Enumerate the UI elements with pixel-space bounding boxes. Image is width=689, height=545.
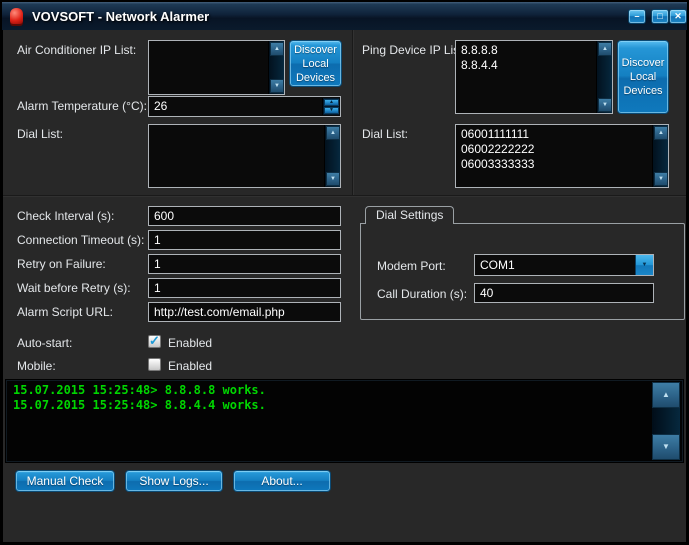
scroll-down-icon[interactable]: ▼	[652, 434, 680, 460]
manual-check-button[interactable]: Manual Check	[15, 470, 115, 492]
discover-local-devices-ping-button[interactable]: Discover Local Devices	[617, 40, 669, 114]
alarm-temperature-label: Alarm Temperature (°C):	[17, 99, 147, 113]
client-area: Air Conditioner IP List: ▲ ▼ Discover Lo…	[3, 30, 686, 542]
dial-settings-panel: Modem Port: COM1 ▼ Call Duration (s):	[360, 223, 685, 320]
close-icon: ✕	[670, 10, 686, 23]
autostart-label: Auto-start:	[17, 336, 72, 350]
titlebar[interactable]: VOVSOFT - Network Alarmer – □ ✕	[2, 2, 687, 30]
call-duration-field[interactable]	[474, 283, 654, 303]
dial-list-left-scrollbar[interactable]: ▲ ▼	[324, 125, 340, 187]
modem-port-label: Modem Port:	[377, 259, 446, 273]
ping-list-scrollbar[interactable]: ▲ ▼	[596, 41, 612, 113]
check-interval-label: Check Interval (s):	[17, 209, 114, 223]
dial-list-left-label: Dial List:	[17, 127, 63, 141]
retry-on-failure-field[interactable]	[148, 254, 341, 274]
alarm-script-url-field[interactable]	[148, 302, 341, 322]
wait-before-retry-field[interactable]	[148, 278, 341, 298]
dial-list-right-scrollbar[interactable]: ▲ ▼	[652, 125, 668, 187]
checkmark-icon: ✓	[149, 333, 160, 349]
air-conditioner-ip-list: ▲ ▼	[148, 40, 285, 95]
alarm-siren-icon	[10, 8, 23, 24]
air-conditioner-ip-input[interactable]	[149, 41, 267, 94]
check-interval-field[interactable]	[148, 206, 341, 226]
alarm-temperature-value: 26	[154, 99, 167, 113]
show-logs-button[interactable]: Show Logs...	[125, 470, 223, 492]
spin-up-icon[interactable]: ▲	[324, 99, 339, 106]
alarm-temperature-stepper: ▲ ▼	[322, 98, 339, 115]
dial-list-right-input[interactable]: 06001111111 06002222222 06003333333	[456, 125, 651, 187]
scroll-up-icon[interactable]: ▲	[326, 126, 340, 140]
app-window: VOVSOFT - Network Alarmer – □ ✕ Air Cond…	[0, 0, 689, 545]
log-line: 15.07.2015 15:25:48> 8.8.4.4 works.	[6, 398, 683, 413]
scroll-down-icon[interactable]: ▼	[654, 172, 668, 186]
about-button[interactable]: About...	[233, 470, 331, 492]
connection-timeout-label: Connection Timeout (s):	[17, 233, 144, 247]
modem-port-select[interactable]: COM1 ▼	[474, 254, 654, 276]
log-scrollbar[interactable]: ▲ ▼	[652, 382, 680, 460]
alarm-temperature-field[interactable]: 26 ▲ ▼	[148, 96, 341, 117]
scroll-up-icon[interactable]: ▲	[652, 382, 680, 408]
wait-before-retry-label: Wait before Retry (s):	[17, 281, 131, 295]
log-line: 15.07.2015 15:25:48> 8.8.8.8 works.	[6, 383, 683, 398]
minimize-icon: –	[629, 10, 645, 23]
scroll-up-icon[interactable]: ▲	[654, 126, 668, 140]
autostart-enabled-label: Enabled	[168, 336, 212, 350]
dial-list-right: 06001111111 06002222222 06003333333 ▲ ▼	[455, 124, 669, 188]
ping-list-label: Ping Device IP List:	[362, 43, 466, 57]
scroll-down-icon[interactable]: ▼	[598, 98, 612, 112]
scroll-down-icon[interactable]: ▼	[326, 172, 340, 186]
maximize-icon: □	[652, 10, 668, 23]
discover-local-devices-air-button[interactable]: Discover Local Devices	[289, 40, 342, 87]
air-list-label: Air Conditioner IP List:	[17, 43, 136, 57]
dial-list-right-label: Dial List:	[362, 127, 408, 141]
dial-list-left-input[interactable]	[149, 125, 323, 187]
tab-dial-settings[interactable]: Dial Settings	[365, 206, 454, 224]
modem-port-value: COM1	[480, 258, 515, 272]
mobile-label: Mobile:	[17, 359, 56, 373]
dial-list-left: ▲ ▼	[148, 124, 341, 188]
window-title: VOVSOFT - Network Alarmer	[32, 9, 209, 24]
scroll-up-icon[interactable]: ▲	[270, 42, 284, 56]
autostart-checkbox[interactable]: ✓	[148, 335, 161, 348]
minimize-button[interactable]: –	[628, 9, 646, 24]
air-list-scrollbar[interactable]: ▲ ▼	[268, 41, 284, 94]
alarm-script-url-label: Alarm Script URL:	[17, 305, 113, 319]
ping-device-ip-input[interactable]: 8.8.8.8 8.8.4.4	[456, 41, 595, 113]
log-console[interactable]: 15.07.2015 15:25:48> 8.8.8.8 works. 15.0…	[5, 379, 684, 463]
connection-timeout-field[interactable]	[148, 230, 341, 250]
ping-device-ip-list: 8.8.8.8 8.8.4.4 ▲ ▼	[455, 40, 613, 114]
mobile-enabled-label: Enabled	[168, 359, 212, 373]
mobile-checkbox[interactable]: ✓	[148, 358, 161, 371]
call-duration-label: Call Duration (s):	[377, 287, 467, 301]
horizontal-divider	[3, 195, 686, 197]
retry-on-failure-label: Retry on Failure:	[17, 257, 106, 271]
scroll-down-icon[interactable]: ▼	[270, 79, 284, 93]
close-button[interactable]: ✕	[669, 9, 687, 24]
dropdown-arrow-icon[interactable]: ▼	[635, 255, 653, 275]
vertical-divider	[352, 30, 354, 196]
maximize-button[interactable]: □	[651, 9, 669, 24]
scroll-up-icon[interactable]: ▲	[598, 42, 612, 56]
spin-down-icon[interactable]: ▼	[324, 107, 339, 114]
